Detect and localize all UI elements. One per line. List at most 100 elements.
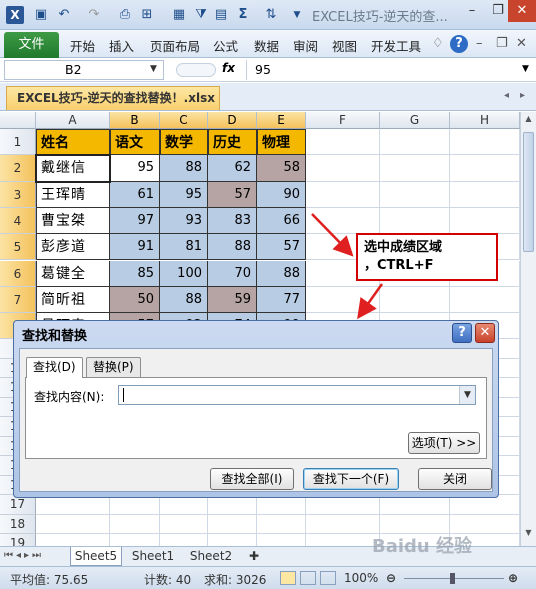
cell-h1[interactable] xyxy=(450,129,520,156)
column-header-g[interactable]: G xyxy=(380,112,450,129)
page-layout-view-icon[interactable] xyxy=(300,571,316,585)
column-header-b[interactable]: B xyxy=(110,112,160,129)
cell-c6[interactable]: 100 xyxy=(160,260,208,287)
cell-f7[interactable] xyxy=(306,286,380,314)
cell-e4[interactable]: 66 xyxy=(257,207,306,235)
dialog-close-x-button[interactable]: ✕ xyxy=(475,323,495,343)
cell-a4[interactable]: 曹宝桀 xyxy=(36,207,110,235)
expand-formula-icon[interactable]: ▼ xyxy=(522,64,529,74)
column-header-e[interactable]: E xyxy=(257,112,306,129)
cell-f3[interactable] xyxy=(306,181,380,208)
column-header-d[interactable]: D xyxy=(208,112,257,129)
cell-g17[interactable] xyxy=(380,495,450,515)
tab-insert[interactable]: 插入 xyxy=(109,36,134,55)
help-icon[interactable]: ? xyxy=(450,35,468,53)
name-box[interactable]: B2 xyxy=(4,60,164,80)
cell-b2-active[interactable]: 95 xyxy=(110,155,160,182)
formula-divider-handle[interactable] xyxy=(176,63,216,77)
cell-b18[interactable] xyxy=(110,514,160,535)
scroll-down-icon[interactable]: ▼ xyxy=(522,528,535,542)
cell-b5[interactable]: 91 xyxy=(110,234,160,261)
cell-b1[interactable]: 语文 xyxy=(110,129,160,156)
find-all-button[interactable]: 查找全部(I) xyxy=(210,468,294,490)
sort-icon[interactable]: ⇅ xyxy=(262,6,280,24)
collapse-ribbon-icon[interactable]: ♢ xyxy=(432,36,444,51)
cell-b6[interactable]: 85 xyxy=(110,260,160,287)
sheet-tab-sheet2[interactable]: Sheet2 xyxy=(184,547,238,566)
cell-c7[interactable]: 88 xyxy=(160,286,208,314)
tab-home[interactable]: 开始 xyxy=(70,36,95,55)
close-dialog-button[interactable]: 关闭 xyxy=(418,468,492,490)
row-header-19[interactable]: 19 xyxy=(0,534,36,546)
row-header-17[interactable]: 17 xyxy=(0,495,36,515)
name-box-dropdown-icon[interactable]: ▼ xyxy=(150,64,157,74)
excel-app-icon[interactable]: X xyxy=(6,6,24,24)
cell-f19[interactable] xyxy=(306,534,380,546)
find-history-dropdown-icon[interactable]: ▼ xyxy=(459,386,475,404)
customize-quick-access-icon[interactable]: ▼ xyxy=(290,6,304,24)
cell-d4[interactable]: 83 xyxy=(208,207,257,235)
cell-e18[interactable] xyxy=(257,514,306,535)
cell-g3[interactable] xyxy=(380,181,450,208)
cell-d19[interactable] xyxy=(208,534,257,546)
cell-h2[interactable] xyxy=(450,155,520,182)
cell-c1[interactable]: 数学 xyxy=(160,129,208,156)
cell-a7[interactable]: 简昕祖 xyxy=(36,286,110,314)
cell-e1[interactable]: 物理 xyxy=(257,129,306,156)
select-all-corner[interactable] xyxy=(0,112,36,129)
zoom-in-icon[interactable]: ⊕ xyxy=(508,571,518,585)
find-next-button[interactable]: 查找下一个(F) xyxy=(303,468,399,490)
cell-a1[interactable]: 姓名 xyxy=(36,129,110,156)
zoom-level[interactable]: 100% xyxy=(344,571,378,585)
cell-d7[interactable]: 59 xyxy=(208,286,257,314)
scroll-up-icon[interactable]: ▲ xyxy=(522,114,535,128)
dialog-help-button[interactable]: ? xyxy=(452,323,472,343)
cell-b7[interactable]: 50 xyxy=(110,286,160,314)
cell-e3[interactable]: 90 xyxy=(257,181,306,208)
cell-e5[interactable]: 57 xyxy=(257,234,306,261)
tab-page-layout[interactable]: 页面布局 xyxy=(150,36,200,55)
cell-b4[interactable]: 97 xyxy=(110,207,160,235)
redo-icon[interactable]: ↷ xyxy=(84,6,104,24)
cell-e6[interactable]: 88 xyxy=(257,260,306,287)
autosum-icon[interactable]: Σ xyxy=(234,6,252,24)
cell-a18[interactable] xyxy=(36,514,110,535)
table-icon[interactable]: ▤ xyxy=(212,6,230,24)
document-tab[interactable]: EXCEL技巧-逆天的查找替换！.xlsx xyxy=(6,86,220,110)
zoom-slider-thumb[interactable] xyxy=(450,573,455,584)
cell-d18[interactable] xyxy=(208,514,257,535)
tab-view[interactable]: 视图 xyxy=(332,36,357,55)
row-header-2[interactable]: 2 xyxy=(0,155,36,182)
tab-formulas[interactable]: 公式 xyxy=(213,36,238,55)
cell-f4[interactable] xyxy=(306,207,380,235)
tab-replace[interactable]: 替换(P) xyxy=(86,357,141,377)
row-header-4[interactable]: 4 xyxy=(0,207,36,235)
row-header-18[interactable]: 18 xyxy=(0,514,36,535)
format-icon[interactable]: ⊞ xyxy=(138,6,156,24)
cell-f18[interactable] xyxy=(306,514,380,535)
find-what-input[interactable]: ​ ▼ xyxy=(118,385,476,405)
row-header-1[interactable]: 1 xyxy=(0,129,36,156)
cell-a19[interactable] xyxy=(36,534,110,546)
row-header-5[interactable]: 5 xyxy=(0,234,36,261)
cell-e2[interactable]: 58 xyxy=(257,155,306,182)
file-tab[interactable]: 文件 xyxy=(4,32,59,58)
cell-a3[interactable]: 王珲晴 xyxy=(36,181,110,208)
cell-c5[interactable]: 81 xyxy=(160,234,208,261)
cell-f2[interactable] xyxy=(306,155,380,182)
cell-h4[interactable] xyxy=(450,207,520,235)
insert-function-icon[interactable]: fx xyxy=(222,61,235,75)
cell-b3[interactable]: 61 xyxy=(110,181,160,208)
sheet-tab-sheet1[interactable]: Sheet1 xyxy=(126,547,180,566)
row-header-7[interactable]: 7 xyxy=(0,286,36,314)
cell-g2[interactable] xyxy=(380,155,450,182)
row-header-6[interactable]: 6 xyxy=(0,260,36,287)
cell-h7[interactable] xyxy=(450,286,520,314)
doc-close-icon[interactable]: ✕ xyxy=(516,36,527,51)
cell-e17[interactable] xyxy=(257,495,306,515)
formula-input[interactable]: 95 xyxy=(246,60,518,80)
tab-data[interactable]: 数据 xyxy=(254,36,279,55)
cell-g7[interactable] xyxy=(380,286,450,314)
cell-c2[interactable]: 88 xyxy=(160,155,208,182)
undo-icon[interactable]: ↶ xyxy=(54,6,74,24)
